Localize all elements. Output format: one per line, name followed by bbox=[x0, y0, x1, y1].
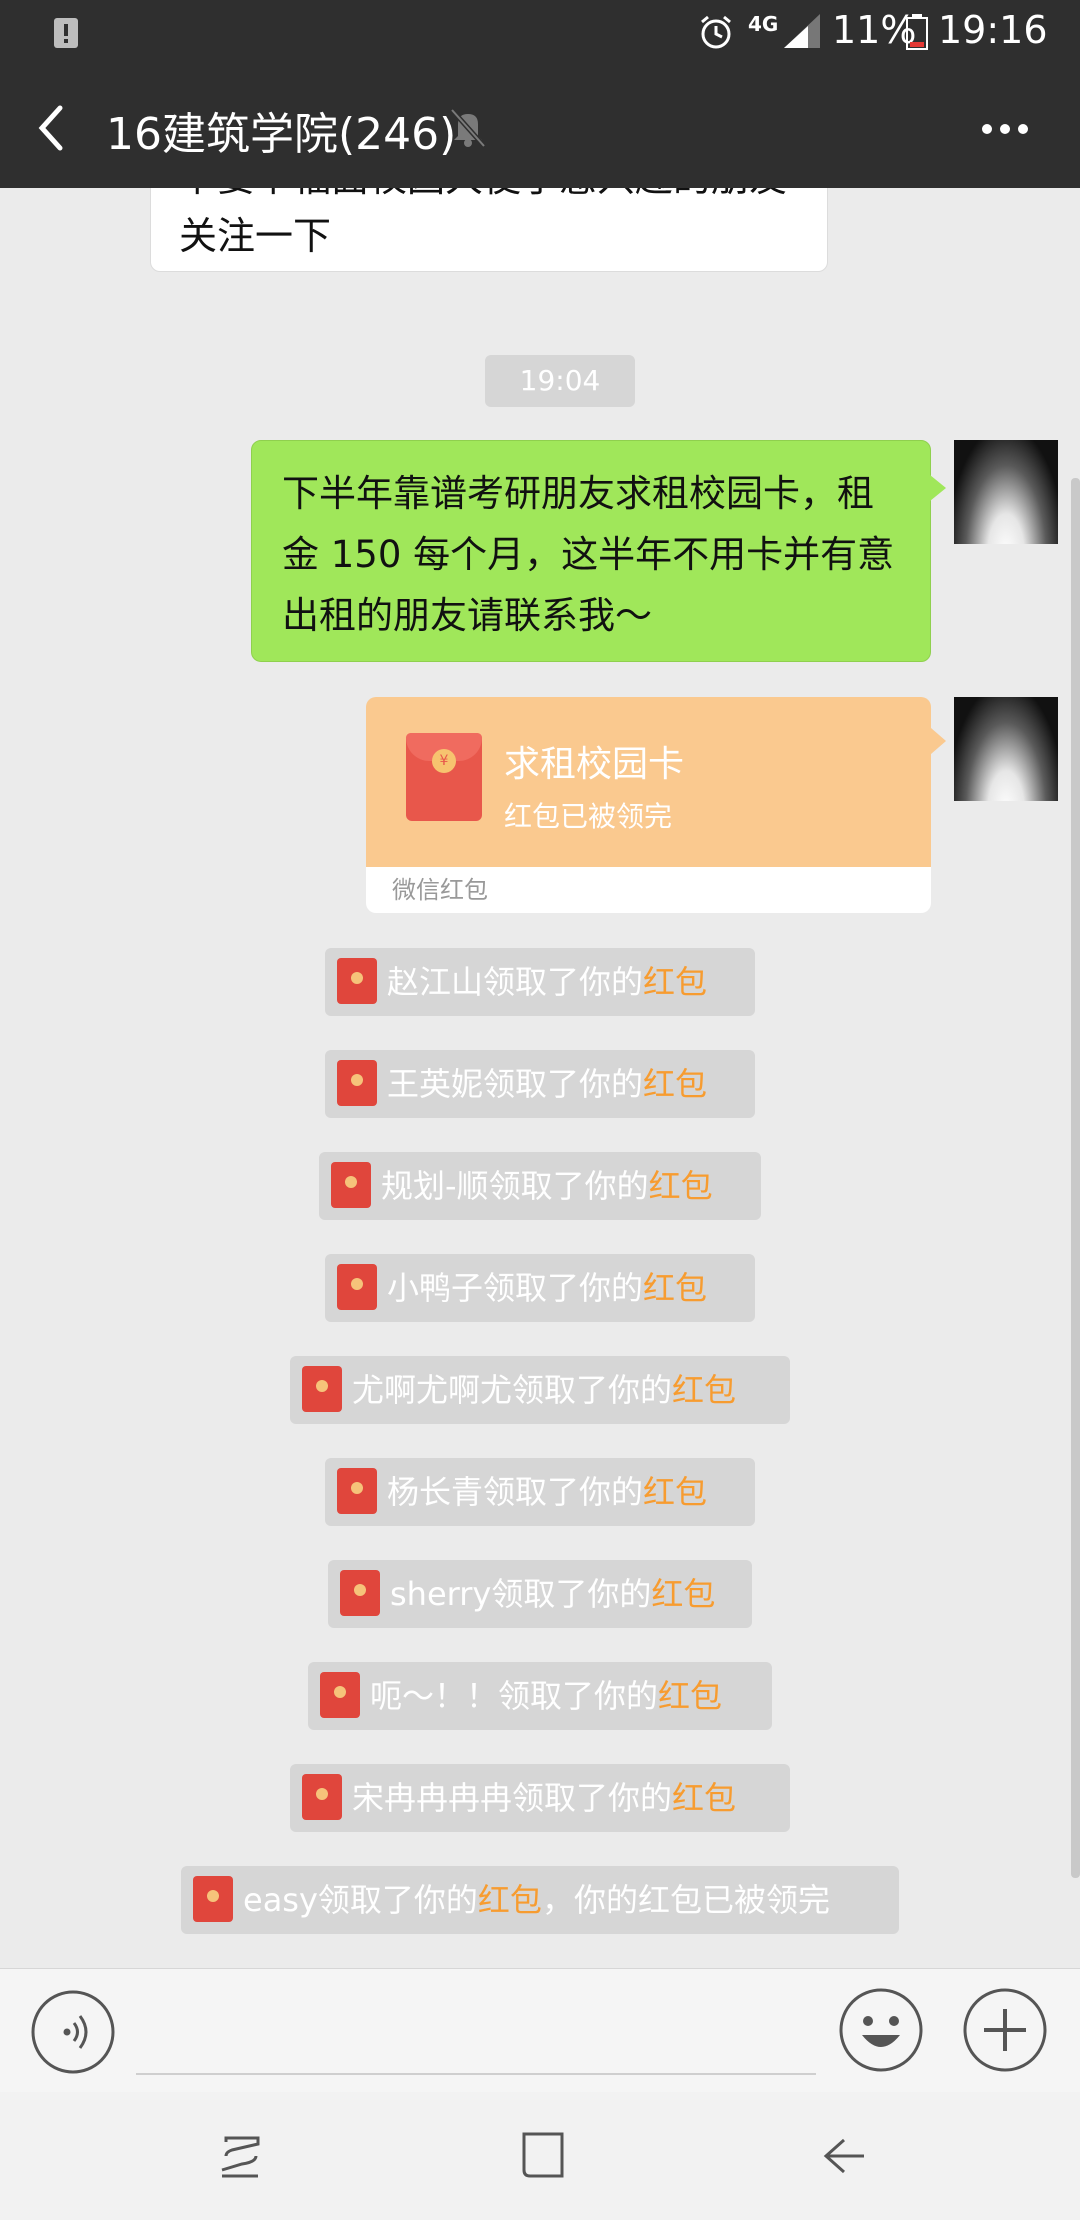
red-packet-mini-icon bbox=[302, 1774, 342, 1820]
home-icon[interactable] bbox=[520, 2130, 566, 2180]
chat-area[interactable]: 下要下福面校园大使了感兴趣的朋友 关注一下 19:04 下半年靠谱考研朋友求租校… bbox=[0, 188, 1080, 1968]
more-icon[interactable] bbox=[980, 122, 1030, 136]
back-arrow-icon[interactable] bbox=[36, 104, 66, 152]
red-packet-mini-icon bbox=[320, 1672, 360, 1718]
chat-title: 16建筑学院(246) bbox=[106, 109, 457, 160]
message-timestamp: 19:04 bbox=[485, 355, 635, 407]
red-packet-link[interactable]: 红包 bbox=[643, 963, 707, 1001]
red-packet-claim-notice: 尤啊尤啊尤领取了你的红包 bbox=[290, 1356, 790, 1424]
red-packet-claim-notice: 王英妮领取了你的红包 bbox=[325, 1050, 755, 1118]
red-packet-link[interactable]: 红包 bbox=[643, 1065, 707, 1103]
red-packet-claim-notice: 小鸭子领取了你的红包 bbox=[325, 1254, 755, 1322]
red-packet-mini-icon bbox=[302, 1366, 342, 1412]
message-text-line: 下要下福面校园大使了感兴趣的朋友 bbox=[179, 188, 799, 207]
red-packet-claim-notice: 杨长青领取了你的红包 bbox=[325, 1458, 755, 1526]
red-packet-icon: ¥ bbox=[406, 733, 482, 821]
alert-icon bbox=[54, 18, 78, 48]
red-packet-link[interactable]: 红包 bbox=[643, 1473, 707, 1511]
red-packet-link[interactable]: 红包 bbox=[658, 1677, 722, 1715]
red-packet-status: 红包已被领完 bbox=[504, 800, 673, 833]
message-bubble-partial[interactable]: 下要下福面校园大使了感兴趣的朋友 关注一下 bbox=[150, 188, 828, 272]
red-packet-claim-notice: easy领取了你的红包，你的红包已被领完 bbox=[181, 1866, 899, 1934]
nav-back-icon[interactable] bbox=[822, 2136, 868, 2176]
battery-icon bbox=[906, 14, 928, 50]
plus-icon[interactable] bbox=[962, 1987, 1048, 2073]
message-text-line: 出租的朋友请联系我～ bbox=[282, 594, 652, 637]
red-packet-claim-notice: 呃～！！领取了你的红包 bbox=[308, 1662, 772, 1730]
coin-icon: ¥ bbox=[432, 749, 456, 773]
voice-icon[interactable] bbox=[30, 1989, 116, 2075]
red-packet-link[interactable]: 红包 bbox=[478, 1881, 542, 1919]
chat-header: 16建筑学院(246) bbox=[0, 64, 1080, 188]
red-packet-mini-icon bbox=[337, 1468, 377, 1514]
red-packet-mini-icon bbox=[337, 1264, 377, 1310]
red-packet-link[interactable]: 红包 bbox=[651, 1575, 715, 1613]
scrollbar[interactable] bbox=[1071, 478, 1080, 1878]
red-packet-mini-icon bbox=[193, 1876, 233, 1922]
red-packet-title: 求租校园卡 bbox=[504, 744, 685, 785]
red-packet-link[interactable]: 红包 bbox=[672, 1371, 736, 1409]
red-packet-claim-notice: 宋冉冉冉冉领取了你的红包 bbox=[290, 1764, 790, 1832]
avatar[interactable] bbox=[954, 440, 1058, 544]
red-packet-link[interactable]: 红包 bbox=[672, 1779, 736, 1817]
red-packet-mini-icon bbox=[331, 1162, 371, 1208]
alarm-icon bbox=[701, 15, 731, 49]
signal-icon bbox=[784, 14, 820, 48]
status-time: 19:16 bbox=[938, 8, 1048, 52]
red-packet-mini-icon bbox=[337, 958, 377, 1004]
message-text-line: 关注一下 bbox=[179, 214, 332, 258]
system-nav-bar bbox=[0, 2092, 1080, 2220]
message-input[interactable] bbox=[136, 1991, 816, 2075]
red-packet-footer: 微信红包 bbox=[366, 867, 931, 913]
message-bubble-sent[interactable]: 下半年靠谱考研朋友求租校园卡，租 金 150 每个月，这半年不用卡并有意 出租的… bbox=[251, 440, 946, 662]
red-packet-mini-icon bbox=[340, 1570, 380, 1616]
recent-apps-icon[interactable] bbox=[216, 2134, 266, 2180]
red-packet-body: ¥ 求租校园卡 红包已被领完 bbox=[366, 697, 931, 867]
emoji-icon[interactable] bbox=[838, 1987, 924, 2073]
red-packet-mini-icon bbox=[337, 1060, 377, 1106]
red-packet-link[interactable]: 红包 bbox=[649, 1167, 713, 1205]
red-packet-link[interactable]: 红包 bbox=[643, 1269, 707, 1307]
mute-bell-icon bbox=[450, 108, 486, 148]
red-packet-claim-notice: 规划-顺领取了你的红包 bbox=[319, 1152, 761, 1220]
red-packet-claim-notice: 赵江山领取了你的红包 bbox=[325, 948, 755, 1016]
battery-percent: 11% bbox=[832, 8, 917, 52]
red-packet-message[interactable]: ¥ 求租校园卡 红包已被领完 微信红包 bbox=[366, 697, 931, 913]
network-label: 4G bbox=[748, 12, 779, 36]
red-packet-claim-notice: sherry领取了你的红包 bbox=[328, 1560, 752, 1628]
input-bar bbox=[0, 1968, 1080, 2093]
message-text-line: 下半年靠谱考研朋友求租校园卡，租 bbox=[282, 472, 874, 515]
message-text-line: 金 150 每个月，这半年不用卡并有意 bbox=[282, 533, 895, 576]
avatar[interactable] bbox=[954, 697, 1058, 801]
status-bar: 4G 11% 19:16 bbox=[0, 0, 1080, 64]
